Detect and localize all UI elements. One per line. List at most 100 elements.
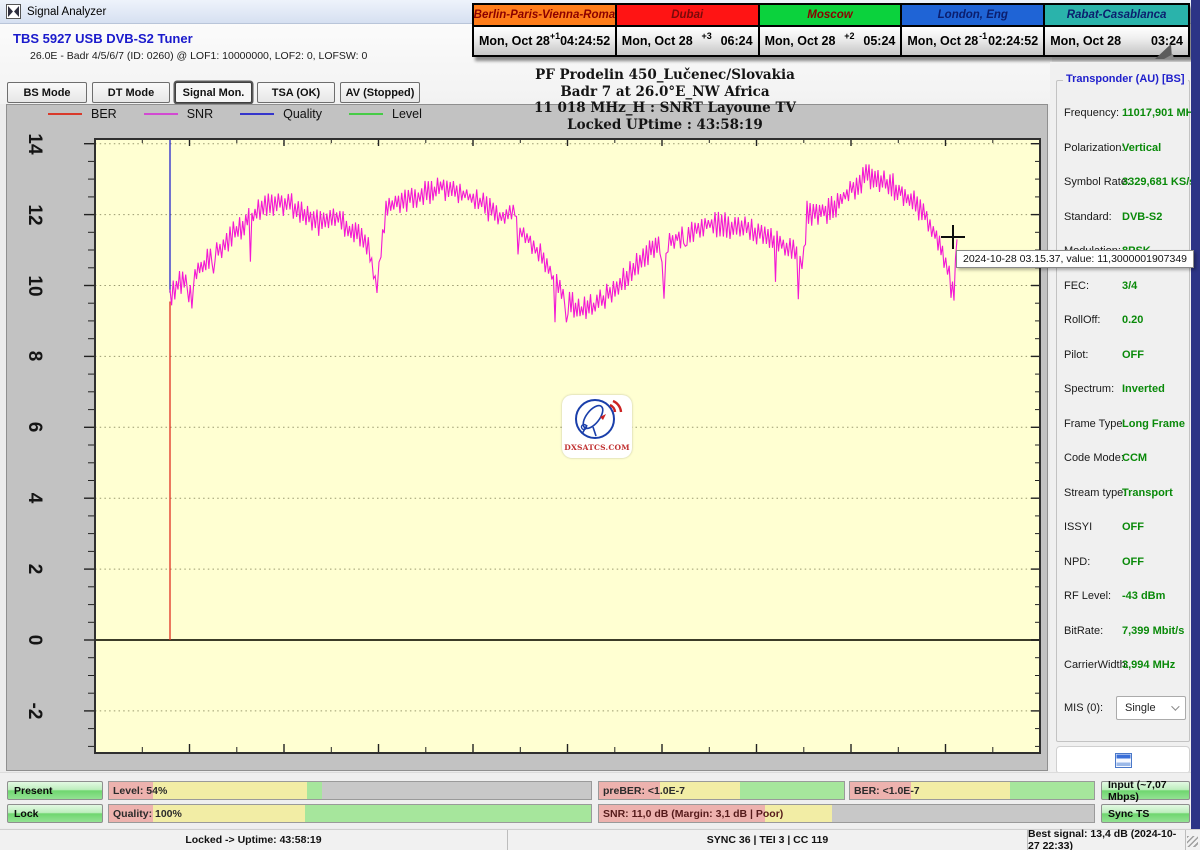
clock-date: Mon, Oct 28 [765, 34, 836, 48]
transponder-row-label: Standard: [1056, 211, 1114, 223]
progress-bar-label: Level: 54% [113, 782, 167, 799]
chart-title-line: 11 018 MHz_H : SNRT Layoune TV [470, 100, 860, 117]
clock-berlin-paris-vienna-roma: Berlin-Paris-Vienna-RomaMon, Oct 28+104:… [474, 5, 617, 55]
transponder-row-label: Pilot: [1056, 349, 1114, 361]
legend-line-icon [144, 113, 178, 115]
clock-utc-offset: +1 [550, 31, 560, 41]
progress-bar-preber: preBER: <1.0E-7 [598, 781, 845, 800]
transponder-row: RollOff:0.20 [1056, 303, 1190, 338]
clock-city-label: London, Eng [902, 5, 1043, 27]
progress-bar-label: preBER: <1.0E-7 [603, 782, 685, 799]
legend-item-quality: Quality [240, 107, 322, 121]
panel-icon [1115, 753, 1132, 768]
legend-line-icon [349, 113, 383, 115]
transponder-row-value: CCM [1114, 452, 1147, 464]
clock-time-value: 06:24 [721, 34, 753, 48]
clock-datetime: Mon, Oct 28+104:24:52 [474, 27, 615, 55]
panel-action-button[interactable] [1056, 746, 1190, 774]
transponder-row-value: 0.20 [1114, 314, 1143, 326]
signal-plot[interactable] [70, 130, 1046, 760]
signal-analyzer-window: Signal Analyzer TBS 5927 USB DVB-S2 Tune… [0, 0, 1200, 850]
mis-value: Single [1125, 702, 1156, 714]
transponder-row: Spectrum:Inverted [1056, 372, 1190, 407]
transponder-row-label: FEC: [1056, 280, 1114, 292]
transponder-row-label: BitRate: [1056, 625, 1114, 637]
transponder-row-value: Long Frame [1114, 418, 1185, 430]
statusbar-section: SYNC 36 | TEI 3 | CC 119 [508, 830, 1028, 850]
legend-label: BER [91, 107, 117, 121]
transponder-row-value: 11017,901 MHz [1114, 107, 1199, 119]
progress-bar-label: SNR: 11,0 dB (Margin: 3,1 dB | Poor) [603, 805, 783, 822]
bar-segment-green [1010, 782, 1094, 799]
mode-button-bs-mode[interactable]: BS Mode [7, 82, 87, 103]
chart-title: PF Prodelin 450_Lučenec/SlovakiaBadr 7 a… [470, 67, 860, 133]
transponder-row-label: Polarization: [1056, 142, 1114, 154]
satellite-dish-icon [569, 397, 625, 443]
clock-moscow: MoscowMon, Oct 28+205:24 [760, 5, 903, 55]
transponder-row-label: RollOff: [1056, 314, 1114, 326]
transponder-row: ISSYIOFF [1056, 510, 1190, 545]
legend-line-icon [240, 113, 274, 115]
status-pill-input-7-07-mbps-: Input (~7,07 Mbps) [1101, 781, 1190, 800]
transponder-row: Pilot:OFF [1056, 338, 1190, 373]
mis-dropdown[interactable]: Single [1116, 696, 1186, 720]
transponder-row: FEC:3/4 [1056, 269, 1190, 304]
status-pill-lock: Lock [7, 804, 103, 823]
bar-segment-green [307, 782, 322, 799]
transponder-row: RF Level:-43 dBm [1056, 579, 1190, 614]
bar-segment-yellow [911, 782, 1010, 799]
clock-datetime: Mon, Oct 28-102:24:52 [902, 27, 1043, 55]
transponder-row-value: 3/4 [1114, 280, 1137, 292]
clock-date: Mon, Oct 28 [479, 34, 550, 48]
legend-label: Level [392, 107, 422, 121]
mis-label: MIS (0): [1064, 702, 1103, 714]
progress-bar-ber: BER: <1.0E-7 [849, 781, 1095, 800]
legend-label: SNR [187, 107, 213, 121]
transponder-row: Standard:DVB-S2 [1056, 200, 1190, 235]
mode-button-av-stopped-[interactable]: AV (Stopped) [340, 82, 420, 103]
progress-bar-quality: Quality: 100% [108, 804, 592, 823]
transponder-row: BitRate:7,399 Mbit/s [1056, 614, 1190, 649]
transponder-row-value: Vertical [1114, 142, 1161, 154]
statusbar: Locked -> Uptime: 43:58:19SYNC 36 | TEI … [0, 829, 1200, 850]
crosshair-cursor [941, 225, 965, 249]
transponder-row-label: ISSYI [1056, 521, 1114, 533]
mode-button-signal-mon-[interactable]: Signal Mon. [175, 82, 252, 103]
transponder-row-label: Symbol Rate: [1056, 176, 1114, 188]
statusbar-section: Best signal: 13,4 dB (2024-10-27 22:33) [1028, 830, 1186, 850]
bar-segment-gray [832, 805, 1094, 822]
transponder-row-label: Frequency: [1056, 107, 1114, 119]
clock-city-label: Berlin-Paris-Vienna-Roma [474, 5, 615, 27]
resize-grip[interactable] [1187, 836, 1198, 847]
tuner-title: TBS 5927 USB DVB-S2 Tuner [13, 31, 193, 46]
transponder-row-label: CarrierWidth: [1056, 659, 1114, 671]
transponder-row-value: OFF [1114, 521, 1144, 533]
chart-title-line: Badr 7 at 26.0°E_NW Africa [470, 84, 860, 101]
y-axis-label: 0 [23, 620, 45, 660]
transponder-row-label: NPD: [1056, 556, 1114, 568]
transponder-row-value: 7,399 Mbit/s [1114, 625, 1184, 637]
transponder-row-label: Code Mode: [1056, 452, 1114, 464]
signal-bars-area: PresentLevel: 54%preBER: <1.0E-7BER: <1.… [0, 772, 1192, 828]
clock-dubai: DubaiMon, Oct 28+306:24 [617, 5, 760, 55]
status-pill-sync-ts: Sync TS [1101, 804, 1190, 823]
transponder-row-value: OFF [1114, 349, 1144, 361]
transponder-row-value: 3329,681 KS/s [1114, 176, 1195, 188]
clock-utc-offset: +2 [844, 31, 854, 41]
transponder-row-label: RF Level: [1056, 590, 1114, 602]
clock-date: Mon, Oct 28 [1050, 34, 1121, 48]
transponder-row-value: DVB-S2 [1114, 211, 1162, 223]
legend-item-snr: SNR [144, 107, 213, 121]
transponder-group-title: Transponder (AU) [BS] [1063, 73, 1188, 85]
world-clocks: Berlin-Paris-Vienna-RomaMon, Oct 28+104:… [472, 3, 1190, 57]
progress-bar-snr: SNR: 11,0 dB (Margin: 3,1 dB | Poor) [598, 804, 1095, 823]
chart-title-line: Locked UPtime : 43:58:19 [470, 117, 860, 134]
bar-segment-yellow [153, 782, 307, 799]
mode-button-tsa-ok-[interactable]: TSA (OK) [257, 82, 335, 103]
transponder-row: CarrierWidth:3,994 MHz [1056, 648, 1190, 683]
transponder-row: Polarization:Vertical [1056, 131, 1190, 166]
transponder-row-label: Frame Type: [1056, 418, 1114, 430]
bar-segment-green [740, 782, 844, 799]
y-axis-label: 2 [23, 549, 45, 589]
mode-button-dt-mode[interactable]: DT Mode [92, 82, 170, 103]
